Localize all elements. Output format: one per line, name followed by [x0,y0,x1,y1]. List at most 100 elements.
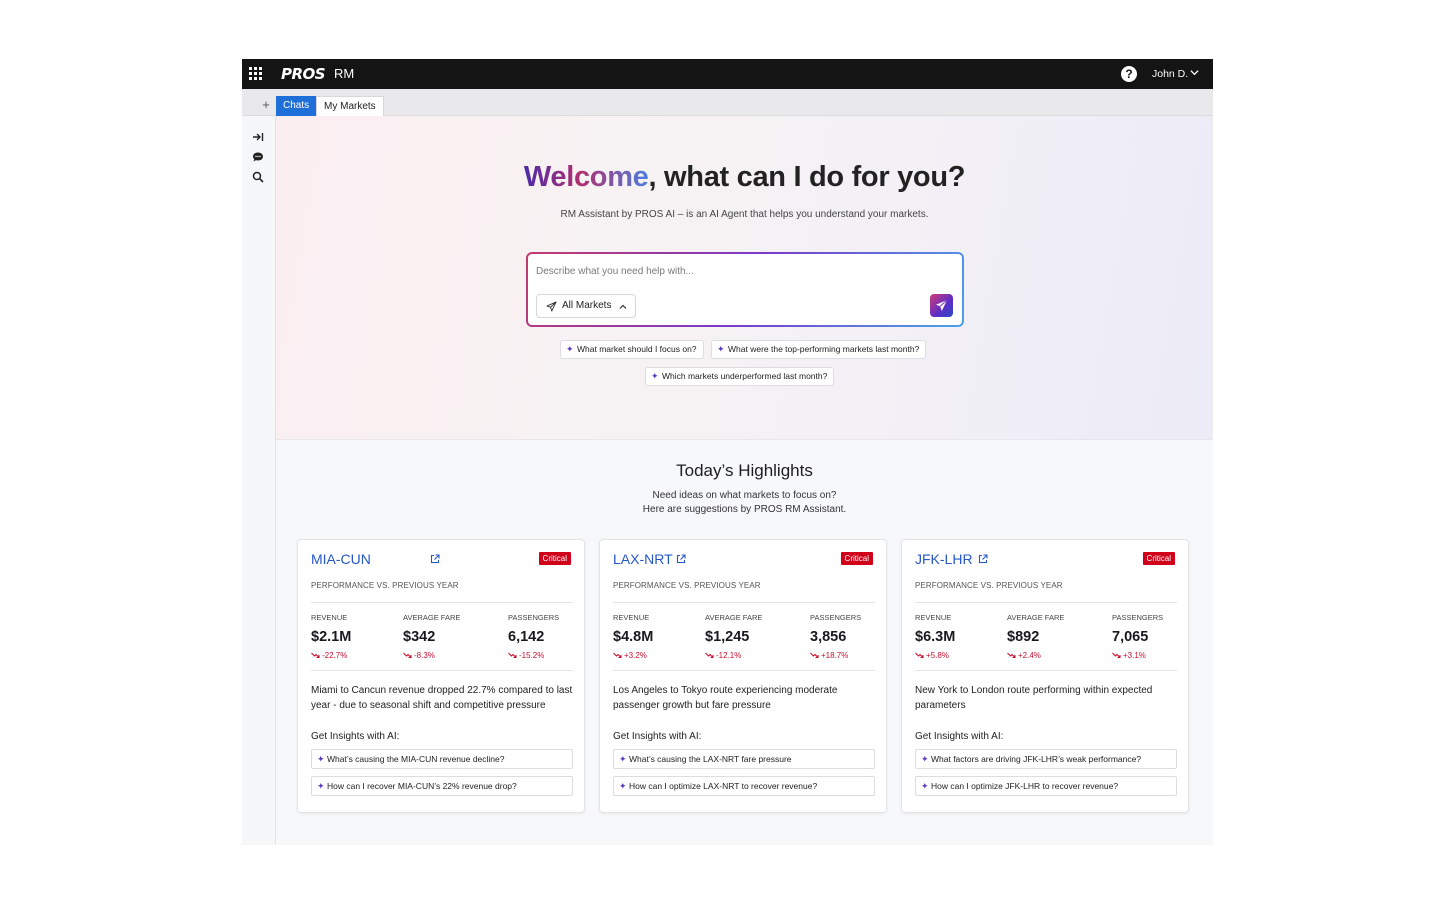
trend-down-icon [1112,652,1121,659]
market-selector-label: All Markets [562,300,612,311]
sparkle-icon: ✦ [921,754,929,764]
prompt-box: All Markets [526,252,964,327]
metric-change: -12.1% [705,651,762,660]
help-icon[interactable]: ? [1121,66,1137,82]
hero-subtitle: RM Assistant by PROS AI – is an AI Agent… [560,209,929,220]
metric-change: -8.3% [403,651,460,660]
card-description: Miami to Cancun revenue dropped 22.7% co… [311,685,573,711]
tab-strip: + Chats My Markets [242,89,1213,116]
suggestion-chip[interactable]: ✦ What market should I focus on? [560,340,704,359]
suggestion-chip[interactable]: ✦ Which markets underperformed last month… [645,367,835,386]
metric-revenue: REVENUE $6.3M +5.8% [915,613,956,660]
insights-label: Get Insights with AI: [311,731,400,742]
trend-down-icon [810,652,819,659]
trend-down-icon [915,652,924,659]
divider [613,670,875,671]
market-card-mia-cun: MIA-CUN Critical PERFORMANCE VS. PREVIOU… [297,539,585,813]
divider [915,670,1177,671]
route-link[interactable]: JFK-LHR [915,551,973,567]
divider [613,602,875,603]
sparkle-icon: ✦ [317,781,325,791]
metric-revenue: REVENUE $4.8M +3.2% [613,613,654,660]
insight-suggestion[interactable]: ✦ How can I optimize LAX-NRT to recover r… [613,776,875,796]
insight-suggestion[interactable]: ✦ What factors are driving JFK-LHR’s weak… [915,749,1177,769]
airplane-icon [546,301,557,312]
metric-change: +5.8% [915,651,955,660]
insight-suggestion[interactable]: ✦ What’s causing the LAX-NRT fare pressur… [613,749,875,769]
route-link[interactable]: MIA-CUN [311,551,371,567]
metric-average-fare: AVERAGE FARE $342 -8.3% [403,613,461,660]
metric-change: -15.2% [508,651,559,660]
market-selector[interactable]: All Markets [536,294,636,318]
chevron-up-icon [619,304,627,309]
card-caption: PERFORMANCE VS. PREVIOUS YEAR [311,581,459,590]
metric-passengers: PASSENGERS 6,142 -15.2% [508,613,560,660]
app-launcher-icon[interactable] [249,67,262,80]
external-link-icon[interactable] [676,554,686,564]
trend-down-icon [1007,652,1016,659]
card-description: Los Angeles to Tokyo route experiencing … [613,685,838,711]
user-menu-name[interactable]: John D. [1152,68,1188,80]
sparkle-icon: ✦ [717,344,725,354]
collapse-arrow-icon[interactable] [252,131,264,143]
metric-change: +3.1% [1112,651,1163,660]
market-card-lax-nrt: LAX-NRT Critical PERFORMANCE VS. PREVIOU… [599,539,887,813]
metric-average-fare: AVERAGE FARE $892 +2.4% [1007,613,1065,660]
insight-suggestion[interactable]: ✦ How can I optimize JFK-LHR to recover r… [915,776,1177,796]
metric-change: +3.2% [613,651,653,660]
insight-suggestion[interactable]: ✦ How can I recover MIA-CUN’s 22% revenue… [311,776,573,796]
suggestion-chip[interactable]: ✦ What were the top-performing markets la… [711,340,927,359]
sidebar [242,116,276,845]
divider [311,602,573,603]
trend-down-icon [613,652,622,659]
trend-down-icon [705,652,714,659]
highlights-subtitle: Need ideas on what markets to focus on? … [642,490,847,515]
new-tab-button[interactable]: + [257,96,275,114]
external-link-icon[interactable] [430,554,440,564]
metric-change: +18.7% [810,651,861,660]
app-window: PROS RM ? John D. + Chats My Markets Wel… [242,59,1213,845]
page-title: Welcome, what can I do for you? [276,161,1213,194]
insights-label: Get Insights with AI: [915,731,1004,742]
send-icon [936,299,948,311]
prompt-input[interactable] [536,263,916,279]
highlights-title: Today’s Highlights [676,461,813,480]
metric-change: -22.7% [311,651,351,660]
top-bar: PROS RM ? John D. [242,59,1213,89]
external-link-icon[interactable] [978,554,988,564]
insight-suggestion[interactable]: ✦ What’s causing the MIA-CUN revenue decl… [311,749,573,769]
status-badge: Critical [1142,552,1175,565]
card-description: New York to London route performing with… [915,685,1153,711]
status-badge: Critical [840,552,873,565]
brand-logo: PROS [281,65,326,83]
metric-passengers: PASSENGERS 3,856 +18.7% [810,613,862,660]
product-name: RM [334,66,355,81]
sparkle-icon: ✦ [566,344,574,354]
metric-passengers: PASSENGERS 7,065 +3.1% [1112,613,1164,660]
sparkle-icon: ✦ [619,781,627,791]
send-button[interactable] [930,294,953,317]
card-caption: PERFORMANCE VS. PREVIOUS YEAR [915,581,1063,590]
chevron-down-icon[interactable] [1190,68,1199,77]
metric-change: +2.4% [1007,651,1064,660]
search-icon[interactable] [252,171,264,183]
card-caption: PERFORMANCE VS. PREVIOUS YEAR [613,581,761,590]
welcome-hero: Welcome, what can I do for you? RM Assis… [276,116,1213,440]
sparkle-icon: ✦ [651,371,659,381]
title-rest: , what can I do for you? [648,161,966,193]
status-badge: Critical [538,552,571,565]
market-card-jfk-lhr: JFK-LHR Critical PERFORMANCE VS. PREVIOU… [901,539,1189,813]
tab-my-markets[interactable]: My Markets [316,96,384,116]
metric-average-fare: AVERAGE FARE $1,245 -12.1% [705,613,763,660]
tab-chats[interactable]: Chats [276,96,317,116]
sparkle-icon: ✦ [619,754,627,764]
divider [915,602,1177,603]
metric-revenue: REVENUE $2.1M -22.7% [311,613,352,660]
sparkle-icon: ✦ [317,754,325,764]
divider [311,670,573,671]
route-link[interactable]: LAX-NRT [613,551,673,567]
chat-bubble-icon[interactable] [252,151,264,163]
sparkle-icon: ✦ [921,781,929,791]
trend-down-icon [508,652,517,659]
trend-down-icon [403,652,412,659]
